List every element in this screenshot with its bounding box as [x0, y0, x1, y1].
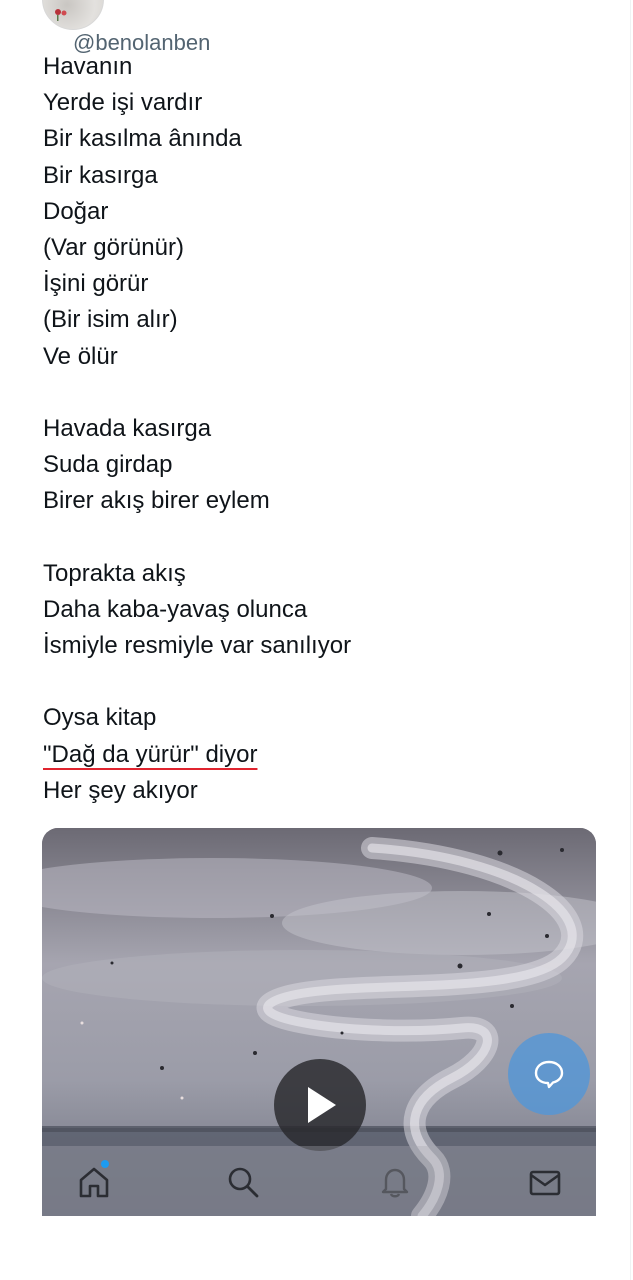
stanza-break [43, 375, 603, 411]
poem-line: Birer akış birer eylem [43, 487, 270, 515]
poem-line: (Bir isim alır) [43, 306, 178, 334]
page-edge-divider [630, 0, 631, 1280]
avatar[interactable] [42, 0, 104, 30]
poem-line: Bir kasırga [43, 161, 158, 189]
search-icon [228, 1167, 259, 1198]
poem-line: Oysa kitap [43, 704, 157, 732]
nav-notifications[interactable] [375, 1162, 415, 1202]
mail-icon [529, 1170, 561, 1196]
poem-line: Doğar [43, 197, 109, 225]
bell-icon [381, 1168, 409, 1198]
poem-line: Toprakta akış [43, 559, 186, 587]
poem-line: İsmiyle resmiyle var sanılıyor [43, 632, 352, 659]
poem-line: Daha kaba-yavaş olunca [43, 595, 308, 623]
tweet-text: Havanın Yerde işi vardır Bir kasılma ânı… [43, 49, 603, 809]
poem-line: Havada kasırga [43, 414, 212, 442]
nav-messages[interactable] [525, 1162, 565, 1202]
poem-line: Ve ölür [43, 342, 118, 370]
home-notification-dot [101, 1160, 109, 1168]
home-icon [79, 1167, 109, 1198]
stanza-break [43, 519, 603, 555]
play-button[interactable] [274, 1059, 366, 1151]
play-icon [308, 1087, 336, 1123]
poem-line: İşini görür [43, 270, 149, 298]
chat-bubble-icon [534, 1060, 564, 1089]
poem-line: Havanın [43, 53, 133, 80]
poem-line: Suda girdap [43, 451, 173, 479]
poem-line: Yerde işi vardır [43, 89, 203, 117]
compose-button[interactable] [508, 1033, 590, 1115]
poem-line: Bir kasılma ânında [43, 125, 242, 153]
poem-line: (Var görünür) [43, 233, 184, 261]
nav-home[interactable] [74, 1160, 114, 1202]
poem-line-spellcheck: "Dağ da yürür" diyor [43, 740, 258, 768]
bottom-nav [42, 1146, 596, 1216]
nav-search[interactable] [223, 1162, 263, 1202]
stanza-break [43, 664, 603, 700]
avatar-flower-graphic [55, 9, 67, 21]
poem-line: Her şey akıyor [43, 776, 198, 804]
tweet-header [42, 0, 104, 30]
